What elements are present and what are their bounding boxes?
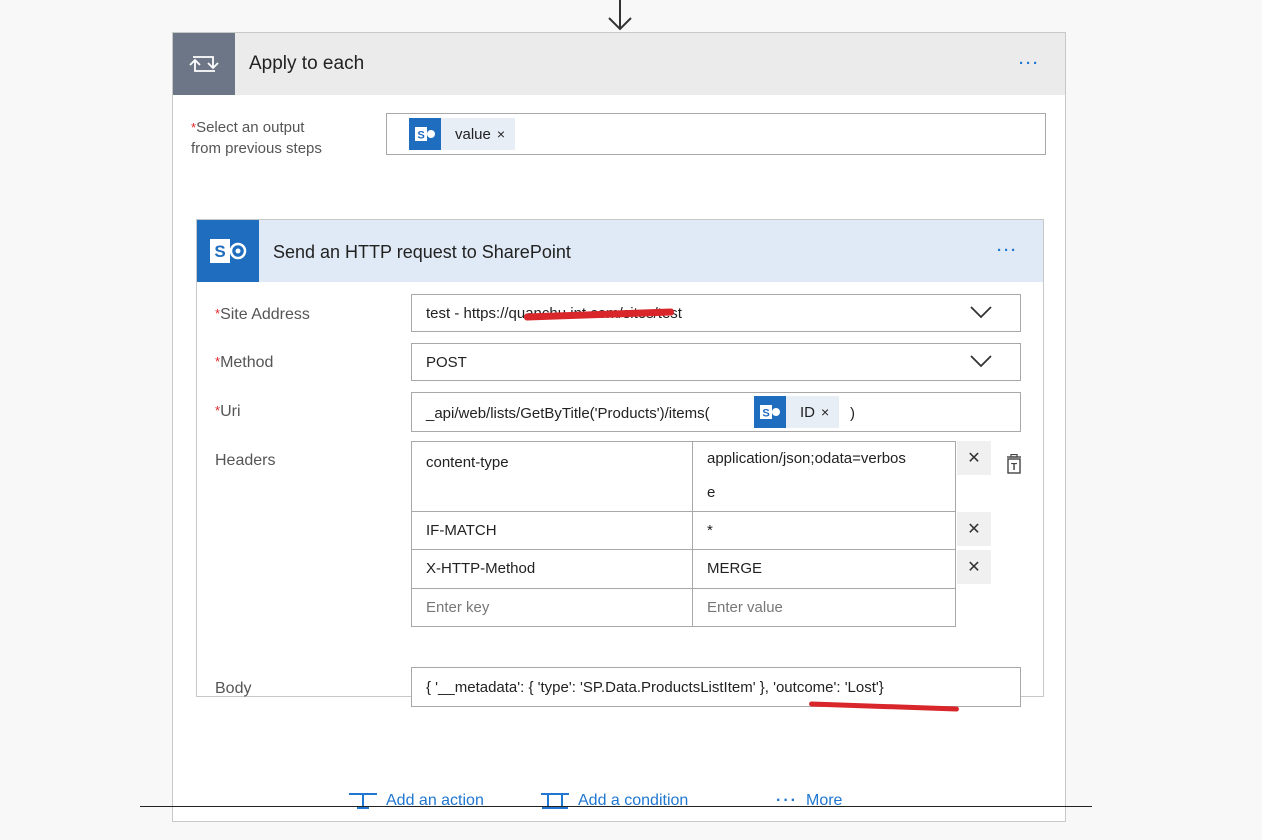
- value-token[interactable]: S value ×: [409, 118, 516, 150]
- sharepoint-http-action-header[interactable]: S Send an HTTP request to SharePoint ···: [197, 220, 1043, 282]
- more-button[interactable]: ··· More: [776, 792, 842, 810]
- header-key-input[interactable]: IF-MATCH: [411, 511, 693, 550]
- apply-to-each-title: Apply to each: [249, 53, 365, 74]
- body-label: Body: [215, 680, 252, 697]
- site-address-dropdown[interactable]: test - https://quanchu int.com/sites/tes…: [411, 294, 1021, 332]
- apply-to-each-header[interactable]: Apply to each ···: [173, 33, 1065, 95]
- sharepoint-icon: S: [754, 396, 786, 428]
- add-an-action-button[interactable]: Add an action: [348, 792, 484, 810]
- add-condition-icon: [541, 793, 569, 809]
- action-title: Send an HTTP request to SharePoint: [273, 242, 571, 262]
- headers-table: content-type application/json;odata=verb…: [411, 441, 956, 627]
- site-address-label: *Site Address: [215, 306, 310, 323]
- uri-input[interactable]: _api/web/lists/GetByTitle('Products')/it…: [411, 392, 1021, 432]
- loop-icon: [173, 33, 235, 95]
- arrow-down-icon: [608, 0, 632, 31]
- remove-value-token-icon[interactable]: ×: [497, 126, 515, 142]
- sharepoint-http-action-card: S Send an HTTP request to SharePoint ···…: [196, 219, 1044, 712]
- scope-more-menu-icon[interactable]: ···: [1019, 55, 1040, 72]
- divider: [140, 806, 1092, 807]
- header-value-input[interactable]: Enter value: [692, 588, 956, 627]
- switch-to-text-mode-icon[interactable]: T: [1005, 454, 1023, 474]
- uri-prefix: _api/web/lists/GetByTitle('Products')/it…: [426, 405, 710, 422]
- add-action-icon: [349, 793, 377, 809]
- more-dots-icon: ···: [776, 792, 798, 809]
- svg-text:S: S: [417, 130, 424, 142]
- remove-header-icon[interactable]: ✕: [957, 550, 991, 584]
- sharepoint-icon: S: [197, 220, 259, 282]
- method-label: *Method: [215, 354, 274, 371]
- method-dropdown[interactable]: POST: [411, 343, 1021, 381]
- body-value: { '__metadata': { 'type': 'SP.Data.Produ…: [426, 679, 884, 696]
- header-key-input[interactable]: X-HTTP-Method: [411, 549, 693, 589]
- select-output-input[interactable]: S value ×: [386, 113, 1046, 155]
- id-token[interactable]: S ID ×: [754, 396, 840, 428]
- uri-suffix: ): [850, 405, 855, 422]
- svg-text:T: T: [1011, 462, 1017, 473]
- svg-text:S: S: [214, 242, 225, 261]
- header-value-input[interactable]: *: [692, 511, 956, 550]
- remove-header-icon[interactable]: ✕: [957, 512, 991, 546]
- chevron-down-icon: [970, 306, 992, 319]
- table-row: X-HTTP-Method MERGE: [411, 549, 956, 589]
- uri-label: *Uri: [215, 403, 241, 420]
- value-token-label: value: [455, 125, 491, 143]
- header-value-input[interactable]: MERGE: [692, 549, 956, 589]
- add-a-condition-button[interactable]: Add a condition: [540, 792, 688, 810]
- action-more-menu-icon[interactable]: ···: [997, 242, 1018, 259]
- chevron-down-icon: [970, 355, 992, 368]
- method-value: POST: [426, 354, 467, 371]
- select-output-label: *Select an output from previous steps: [191, 119, 322, 157]
- header-value-input[interactable]: application/json;odata=verbos e: [692, 441, 956, 512]
- header-key-input[interactable]: Enter key: [411, 588, 693, 627]
- body-input[interactable]: { '__metadata': { 'type': 'SP.Data.Produ…: [411, 667, 1021, 707]
- sharepoint-icon: S: [409, 118, 441, 150]
- svg-text:S: S: [762, 408, 769, 420]
- remove-header-icon[interactable]: ✕: [957, 441, 991, 475]
- table-row: IF-MATCH *: [411, 511, 956, 550]
- apply-to-each-card: Apply to each ··· *Select an output from…: [172, 32, 1066, 822]
- table-row: content-type application/json;odata=verb…: [411, 441, 956, 512]
- remove-id-token-icon[interactable]: ×: [821, 404, 839, 420]
- header-key-input[interactable]: content-type: [411, 441, 693, 512]
- id-token-label: ID: [800, 403, 815, 421]
- headers-label: Headers: [215, 452, 276, 469]
- table-row: Enter key Enter value: [411, 588, 956, 627]
